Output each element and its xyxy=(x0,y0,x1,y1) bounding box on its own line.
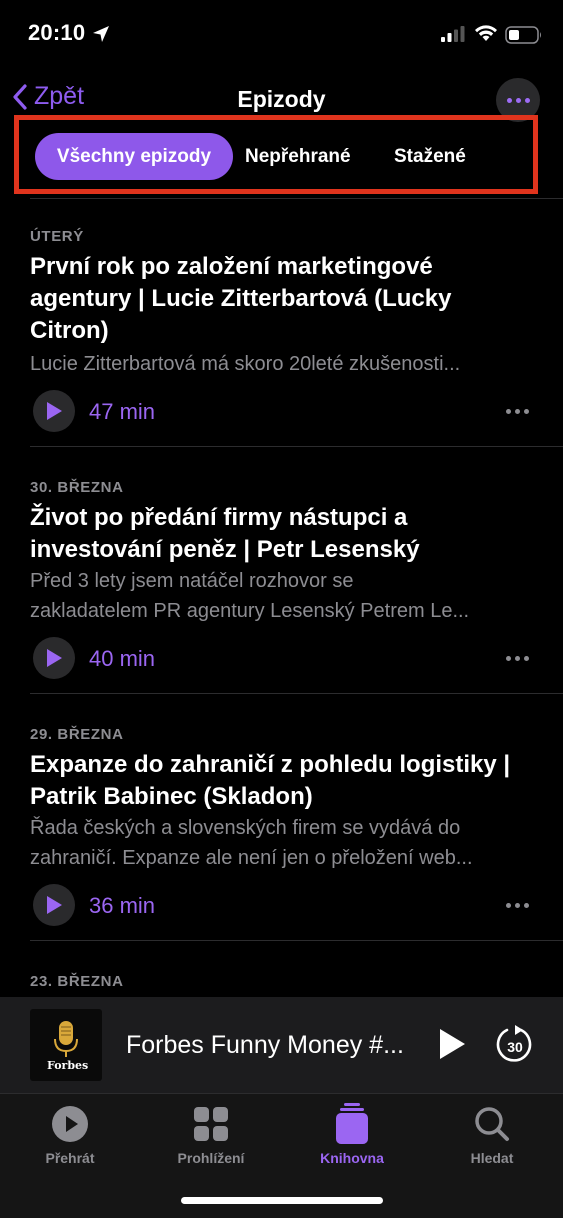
episode-description: Řada českých a slovenských firem se vydá… xyxy=(30,817,473,869)
library-stack-icon xyxy=(336,1103,368,1144)
forbes-logo: Forbes xyxy=(47,1059,88,1072)
play-icon[interactable] xyxy=(437,1027,467,1061)
tab-library[interactable]: Knihovna xyxy=(297,1103,407,1166)
svg-text:30: 30 xyxy=(507,1039,523,1055)
play-icon xyxy=(47,896,62,914)
grid-icon xyxy=(194,1107,228,1141)
ellipsis-icon xyxy=(506,903,511,908)
episode-filter-segment: Všechny epizody Nepřehrané Stažené xyxy=(14,115,538,194)
status-bar: 20:10 xyxy=(0,0,563,70)
episode-title[interactable]: První rok po založení marketingové agent… xyxy=(30,251,540,347)
battery-icon xyxy=(505,26,541,44)
location-arrow-icon xyxy=(93,26,109,42)
episode-title[interactable]: Expanze do zahraničí z pohledu logistiky… xyxy=(30,749,540,813)
episode-more-button[interactable] xyxy=(506,903,529,908)
segment-all-episodes[interactable]: Všechny epizody xyxy=(35,133,233,180)
skip-forward-30-icon[interactable]: 30 xyxy=(495,1024,535,1066)
play-icon xyxy=(47,402,62,420)
tab-browse[interactable]: Prohlížení xyxy=(156,1104,266,1166)
now-playing-title[interactable]: Forbes Funny Money #... xyxy=(126,1031,404,1060)
mini-player[interactable]: Forbes Forbes Funny Money #... 30 xyxy=(0,997,563,1093)
divider xyxy=(30,446,563,447)
divider xyxy=(30,693,563,694)
play-circle-icon xyxy=(52,1106,88,1142)
microphone-icon: Forbes xyxy=(47,1021,88,1072)
page-title: Epizody xyxy=(237,86,326,112)
episode-more-button[interactable] xyxy=(506,409,529,414)
episode-date: 23. BŘEZNA xyxy=(30,973,124,990)
podcast-artwork[interactable]: Forbes xyxy=(30,1009,102,1081)
episode-date: ÚTERÝ xyxy=(30,228,84,245)
episode-description: Lucie Zitterbartová má skoro 20leté zkuš… xyxy=(30,353,461,375)
play-icon xyxy=(47,649,62,667)
status-time: 20:10 xyxy=(28,20,86,45)
episode-play-button[interactable] xyxy=(33,884,75,926)
episode-more-button[interactable] xyxy=(506,656,529,661)
episode-description: Před 3 lety jsem natáčel rozhovor se zak… xyxy=(30,570,470,622)
home-indicator[interactable] xyxy=(181,1197,383,1204)
episode-play-button[interactable] xyxy=(33,390,75,432)
cellular-signal-icon xyxy=(441,26,465,42)
tab-listen-now[interactable]: Přehrát xyxy=(15,1104,125,1166)
ellipsis-icon xyxy=(506,97,512,103)
segment-unplayed[interactable]: Nepřehrané xyxy=(245,133,351,180)
wifi-icon xyxy=(475,25,497,41)
ellipsis-icon xyxy=(506,409,511,414)
episode-date: 29. BŘEZNA xyxy=(30,726,124,743)
segment-downloaded[interactable]: Stažené xyxy=(394,133,466,180)
episode-duration: 40 min xyxy=(89,646,156,671)
ellipsis-icon xyxy=(506,656,511,661)
episode-duration: 36 min xyxy=(89,893,156,918)
episode-play-button[interactable] xyxy=(33,637,75,679)
divider xyxy=(30,940,563,941)
episode-title[interactable]: Život po předání firmy nástupci a invest… xyxy=(30,502,540,566)
divider xyxy=(30,198,563,199)
episode-duration: 47 min xyxy=(89,399,156,424)
tab-search[interactable]: Hledat xyxy=(437,1104,547,1166)
search-icon xyxy=(475,1107,509,1141)
episode-date: 30. BŘEZNA xyxy=(30,479,124,496)
